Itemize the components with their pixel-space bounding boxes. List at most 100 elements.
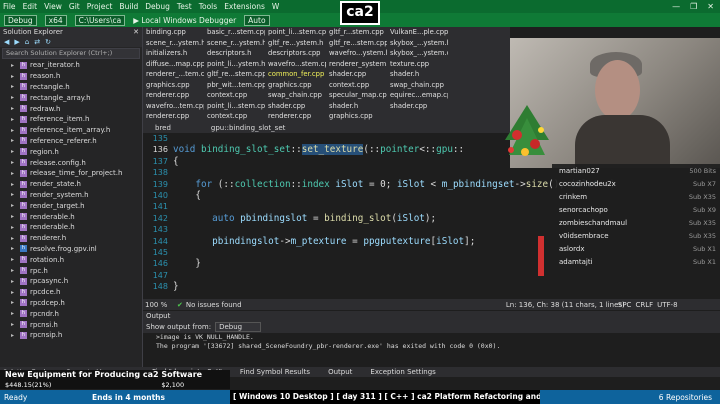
tree-item[interactable]: ▸ h reference_item_array.h [0,125,142,136]
file-dropdown[interactable]: bred [155,124,171,132]
document-tab[interactable]: swap_chain.cpp [387,81,448,89]
expand-arrow-icon[interactable]: ▸ [11,256,17,263]
expand-arrow-icon[interactable]: ▸ [11,62,17,69]
tree-item[interactable]: ▸ h renderable.h [0,222,142,233]
expand-arrow-icon[interactable]: ▸ [11,310,17,317]
config-select[interactable]: Debug [4,14,37,26]
document-tab[interactable]: basic_r...stem.cpp [204,28,265,36]
expand-arrow-icon[interactable]: ▸ [11,235,17,242]
expand-arrow-icon[interactable]: ▸ [11,191,17,198]
tree-item[interactable]: ▸ h release_time_for_project.h [0,168,142,179]
maximize-icon[interactable]: ❐ [690,2,697,11]
menu-item[interactable]: Debug [145,2,170,11]
menu-item[interactable]: Tools [199,2,217,11]
tree-item[interactable]: ▸ h rpcndr.h [0,308,142,319]
expand-arrow-icon[interactable]: ▸ [11,137,17,144]
tree-item[interactable]: ▸ h redraw.h [0,103,142,114]
tree-item[interactable]: ▸ h rear_iterator.h [0,60,142,71]
close-icon[interactable]: ✕ [133,28,139,36]
path-select[interactable]: C:\Users\ca [74,14,126,26]
document-tab[interactable]: shader.cpp [265,102,326,110]
document-tab[interactable]: renderer_...tem.cpp [143,70,204,78]
menu-item[interactable]: Build [119,2,138,11]
document-tab[interactable]: VulkanE...ple.cpp [387,28,448,36]
document-tab[interactable]: wavefro...tem.cpp [143,102,204,110]
tree-item[interactable]: ▸ h render_state.h [0,179,142,190]
document-tab[interactable]: gltf_re...stem.cpp [326,39,387,47]
repositories-status[interactable]: 6 Repositories [659,393,712,402]
expand-arrow-icon[interactable]: ▸ [11,170,17,177]
expand-arrow-icon[interactable]: ▸ [11,202,17,209]
forward-icon[interactable]: ▶ [14,38,19,46]
expand-arrow-icon[interactable]: ▸ [11,159,17,166]
scope-dropdown[interactable]: gpu::binding_slot_set [211,124,285,132]
expand-arrow-icon[interactable]: ▸ [11,94,17,101]
document-tab[interactable]: context.cpp [204,112,265,120]
platform-select[interactable]: x64 [44,14,67,26]
code-editor[interactable]: bred gpu::binding_slot_set 135 136 137 138 1… [143,122,615,310]
bottom-tab[interactable]: Output [319,368,361,376]
document-tab[interactable]: skybox_...ystem.h [387,39,448,47]
line-endings[interactable]: CRLF [635,301,653,309]
tree-item[interactable]: ▸ h rpcdce.h [0,287,142,298]
expand-arrow-icon[interactable]: ▸ [11,213,17,220]
document-tab[interactable]: shader.cpp [326,70,387,78]
tree-item[interactable]: ▸ h reason.h [0,71,142,82]
expand-arrow-icon[interactable]: ▸ [11,127,17,134]
document-tab[interactable]: graphics.cpp [143,81,204,89]
code-line[interactable]: } [173,281,720,292]
sync-icon[interactable]: ⇄ [34,38,40,46]
tree-item[interactable]: ▸ h rectangle.h [0,82,142,93]
code-line[interactable] [173,270,720,281]
menu-item[interactable]: View [44,2,62,11]
tree-item[interactable]: ▸ h release.config.h [0,157,142,168]
document-tab[interactable]: gltf_r...stem.cpp [326,28,387,36]
document-tab[interactable]: graphics.cpp [265,81,326,89]
document-tab[interactable]: descriptors.h [204,49,265,57]
tree-item[interactable]: ▸ h region.h [0,146,142,157]
whitespace-mode[interactable]: SPC [618,301,632,309]
document-tab[interactable]: pbr_wit...tem.cpp [204,81,265,89]
expand-arrow-icon[interactable]: ▸ [11,181,17,188]
tree-item[interactable]: ▸ h rpcnsip.h [0,330,142,341]
expand-arrow-icon[interactable]: ▸ [11,332,17,339]
document-tab[interactable]: common_fer.cpp [265,70,326,78]
document-tab[interactable]: renderer.cpp [265,112,326,120]
close-window-icon[interactable]: ✕ [707,2,714,11]
tree-item[interactable]: ▸ h rpcnsi.h [0,319,142,330]
menu-item[interactable]: File [3,2,16,11]
document-tab[interactable]: renderer_system.h [326,60,387,68]
start-debugger-button[interactable]: ▶ Local Windows Debugger [133,16,236,25]
expand-arrow-icon[interactable]: ▸ [11,224,17,231]
document-tab[interactable]: wavefro...stem.cpp [265,60,326,68]
document-tab[interactable]: binding.cpp [143,28,204,36]
refresh-icon[interactable]: ↻ [45,38,51,46]
tree-item[interactable]: ▸ h renderer.h [0,233,142,244]
document-tab[interactable]: wavefro...ystem.h [326,49,387,57]
menu-item[interactable]: Extensions [224,2,265,11]
tree-item[interactable]: ▸ h render_system.h [0,190,142,201]
document-tab[interactable]: graphics.cpp [326,112,387,120]
menu-item[interactable]: Git [69,2,80,11]
minimize-icon[interactable]: — [672,2,680,11]
document-tab[interactable]: point_li...ystem.h [204,60,265,68]
tree-item[interactable]: ▸ h rpc.h [0,265,142,276]
expand-arrow-icon[interactable]: ▸ [11,245,17,252]
menu-item[interactable]: Project [87,2,113,11]
document-tab[interactable]: renderer.cpp [143,91,204,99]
expand-arrow-icon[interactable]: ▸ [11,267,17,274]
menu-item[interactable]: W [272,2,279,11]
document-tab[interactable]: specular_map.cpp [326,91,387,99]
tree-item[interactable]: ▸ h rectangle_array.h [0,92,142,103]
expand-arrow-icon[interactable]: ▸ [11,105,17,112]
document-tab[interactable]: shader.cpp [387,102,448,110]
document-tab[interactable]: context.cpp [326,81,387,89]
document-tab[interactable]: shader.h [387,70,448,78]
document-tab[interactable]: diffuse...map.cpp [143,60,204,68]
document-tab[interactable]: point_li...stem.cpp [265,28,326,36]
document-tab[interactable]: scene_r...ystem.h [204,39,265,47]
menu-item[interactable]: Test [177,2,192,11]
home-icon[interactable]: ⌂ [25,38,29,46]
tree-item[interactable]: ▸ h resolve.frog.gpv.inl [0,244,142,255]
tree-item[interactable]: ▸ h reference_referer.h [0,136,142,147]
